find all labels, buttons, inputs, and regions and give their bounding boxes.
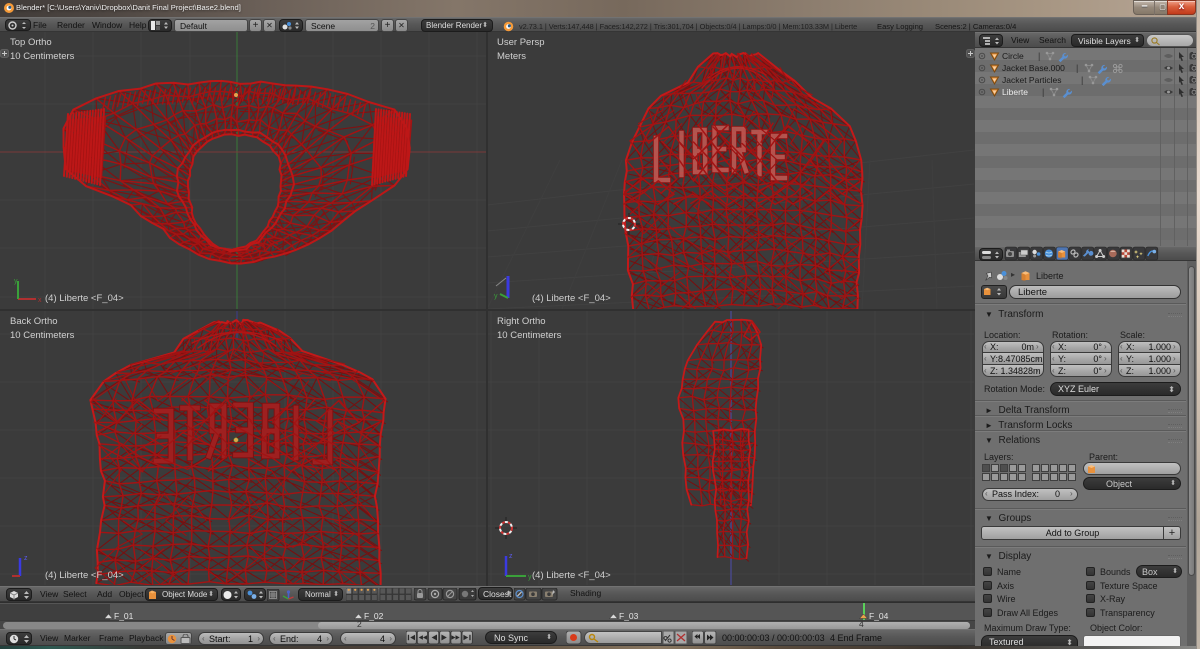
svg-text:y: y: [14, 278, 18, 285]
svg-text:x: x: [38, 297, 42, 304]
svg-text:y: y: [494, 293, 498, 300]
svg-text:z: z: [509, 553, 513, 560]
svg-text:y: y: [528, 574, 532, 581]
svg-text:z: z: [24, 555, 28, 562]
